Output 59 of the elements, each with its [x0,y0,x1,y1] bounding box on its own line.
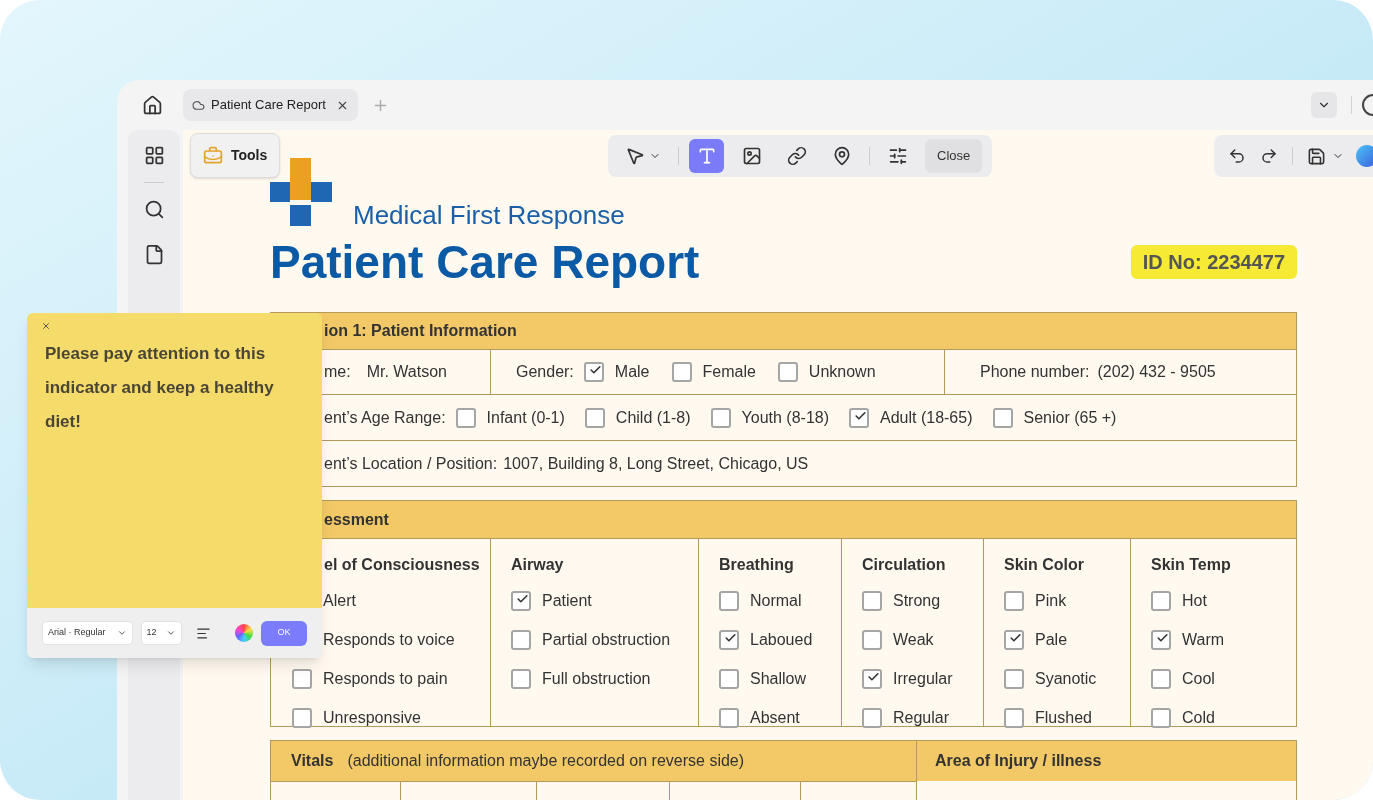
option-label: Senior (65 +) [1023,407,1117,428]
column-title: el of Consciousness [323,555,481,575]
option-label: Unknown [808,362,876,382]
option-label: Pale [1035,630,1068,650]
id-number: ID No: 2234477 [1130,245,1297,279]
tools-button[interactable]: Tools [190,133,281,178]
column-title: Breathing [719,555,795,575]
column-title: Skin Color [1004,555,1085,575]
option-label: Partial obstruction [542,630,671,650]
option-label: Full obstruction [542,669,651,689]
field-label: ent’s Location / Position: [324,453,498,474]
option-label: Infant (0-1) [486,407,565,428]
option-label: Warm [1182,630,1225,650]
option-label: Cool [1182,669,1215,689]
field-value: 1007, Building 8, Long Street, Chicago, US [503,453,809,474]
option-label: Normal [750,591,802,611]
document-tab[interactable]: Patient Care Report [183,89,358,121]
option-label: Responds to pain [323,669,448,689]
size-select[interactable]: 12 [140,621,183,645]
option-label: Adult (18-65) [880,407,973,428]
field-value: (202) 432 - 9505 [1097,362,1216,382]
section-title: Vitals [291,751,334,771]
option-label: Syanotic [1035,669,1097,689]
option-label: Shallow [750,669,807,689]
option-label: Male [614,362,650,382]
field-label: me: [324,362,351,382]
column-title: Airway [511,555,565,575]
option-label: Laboued [750,630,813,650]
field-label: Phone number: [980,362,1090,382]
field-label: ent’s Age Range: [324,407,446,428]
option-label: Patient [542,591,592,611]
note-text: Please pay attention to this indicator and keep a healthy diet! [45,343,275,433]
option-label: Regular [893,708,950,728]
section-title: essment [324,509,389,530]
font-select[interactable]: Arial · Regular [42,621,133,645]
organization-name: Medical First Response [353,200,625,230]
close-button[interactable]: Close [925,139,983,173]
option-label: Female [702,362,756,382]
option-label: Strong [893,591,941,611]
option-label: Cold [1182,708,1215,728]
option-label: Child (1-8) [615,407,691,428]
option-label: Youth (8-18) [741,407,829,428]
option-label: Responds to voice [323,630,455,650]
option-label: Hot [1182,591,1207,611]
option-label: Absent [750,708,800,728]
column-title: Skin Temp [1151,555,1232,575]
section-note: (additional information maybe recorded on reverse side) [347,751,745,771]
option-label: Flushed [1035,708,1092,728]
option-label: Unresponsive [323,708,421,728]
column-title: Circulation [862,555,947,575]
option-label: Pink [1035,591,1067,611]
report-title: Patient Care Report [270,235,700,290]
option-label: Irregular [893,669,953,689]
field-label: Gender: [516,362,574,382]
option-label: Weak [893,630,934,650]
section-title: ion 1: Patient Information [324,321,517,341]
field-value: Mr. Watson [366,362,447,382]
option-label: Alert [323,591,356,611]
section-title: Area of Injury / illness [935,751,1102,771]
